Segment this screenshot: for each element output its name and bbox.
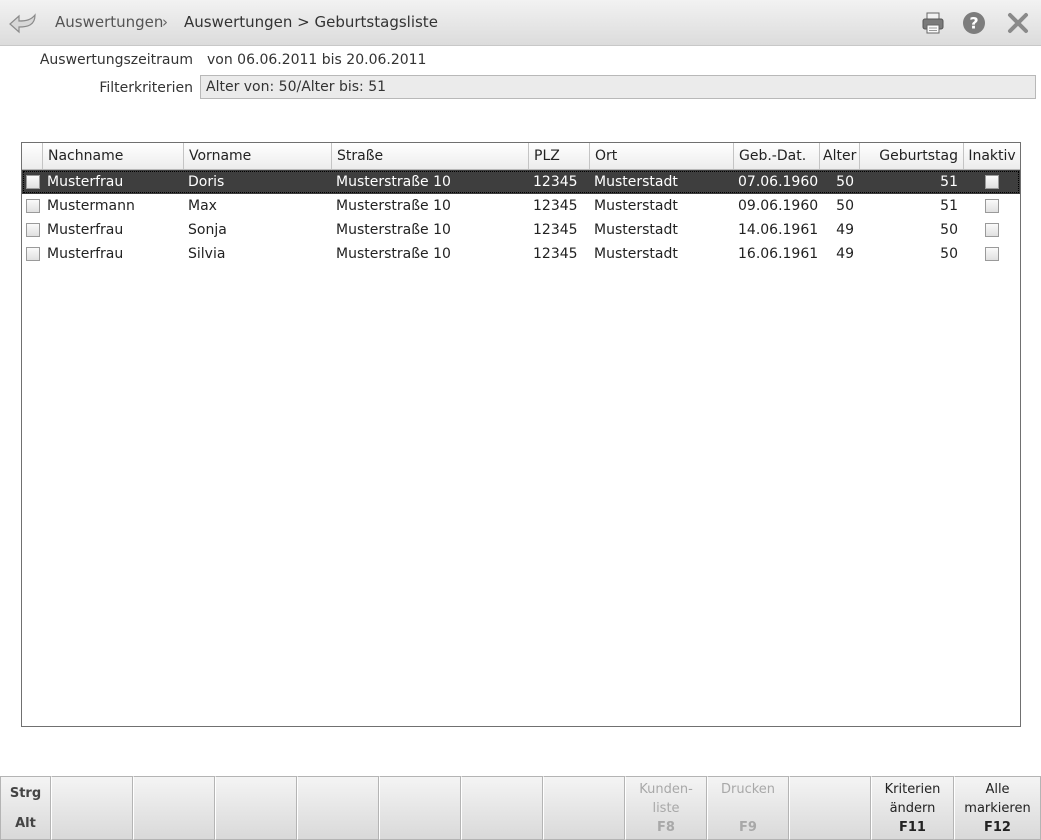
cell-gebdat: 09.06.1960 — [738, 198, 819, 214]
filter-label: Filterkriterien — [99, 80, 193, 96]
cell-plz: 12345 — [533, 198, 578, 214]
inaktiv-checkbox[interactable] — [985, 223, 999, 237]
period-value: von 06.06.2011 bis 20.06.2011 — [207, 52, 427, 68]
printer-icon[interactable] — [921, 11, 945, 35]
cell-alter: 50 — [836, 198, 854, 214]
header-nachname[interactable]: Nachname — [43, 143, 184, 169]
fkey-f2-button[interactable] — [133, 776, 215, 840]
kundenliste-key: F8 — [657, 820, 675, 835]
inaktiv-checkbox[interactable] — [985, 199, 999, 213]
cell-strasse: Musterstraße 10 — [336, 246, 451, 262]
inaktiv-checkbox[interactable] — [985, 247, 999, 261]
alle-markieren-label-2: markieren — [964, 801, 1031, 816]
cell-nachname: Musterfrau — [47, 246, 124, 262]
fkey-f10-button[interactable] — [789, 776, 871, 840]
close-icon[interactable] — [1006, 11, 1030, 35]
drucken-label: Drucken — [720, 782, 776, 797]
header-vorname[interactable]: Vorname — [184, 143, 332, 169]
header-select-column[interactable] — [22, 143, 43, 169]
fkey-f6-button[interactable] — [461, 776, 543, 840]
drucken-key: F9 — [739, 820, 757, 835]
cell-plz: 12345 — [533, 222, 578, 238]
svg-text:?: ? — [969, 14, 978, 33]
fkey-f3-button[interactable] — [215, 776, 297, 840]
kundenliste-label-2: liste — [652, 801, 680, 816]
alle-markieren-key: F12 — [984, 820, 1011, 835]
cell-geburtstag: 51 — [940, 174, 958, 190]
modifier-alt[interactable]: Alt — [1, 816, 50, 831]
cell-ort: Musterstadt — [594, 174, 678, 190]
cell-nachname: Mustermann — [47, 198, 135, 214]
function-key-bar: Strg Alt Kunden- liste F8 Drucken ​ F9 K… — [0, 776, 1041, 840]
title-bar: Auswertungen › Auswertungen > Geburtstag… — [0, 0, 1041, 46]
cell-geburtstag: 50 — [940, 222, 958, 238]
cell-ort: Musterstadt — [594, 198, 678, 214]
header-alter[interactable]: Alter — [820, 143, 860, 169]
kundenliste-label-1: Kunden- — [639, 782, 693, 797]
fkey-f4-button[interactable] — [297, 776, 379, 840]
table-row[interactable]: Mustermann Max Musterstraße 10 12345 Musters… — [22, 194, 1020, 218]
cell-plz: 12345 — [533, 174, 578, 190]
cell-alter: 50 — [836, 174, 854, 190]
cell-geburtstag: 51 — [940, 198, 958, 214]
cell-plz: 12345 — [533, 246, 578, 262]
kriterien-aendern-button[interactable]: Kriterien ändern F11 — [871, 776, 954, 840]
cell-vorname: Doris — [188, 174, 225, 190]
row-select-checkbox[interactable] — [26, 175, 40, 189]
kriterien-label-1: Kriterien — [884, 782, 941, 797]
alle-markieren-label-1: Alle — [985, 782, 1010, 797]
kriterien-label-2: ändern — [889, 801, 936, 816]
cell-gebdat: 16.06.1961 — [738, 246, 819, 262]
breadcrumb-current: Auswertungen > Geburtstagsliste — [184, 13, 438, 31]
help-icon[interactable]: ? — [962, 11, 986, 35]
kriterien-key: F11 — [899, 820, 926, 835]
cell-alter: 49 — [836, 222, 854, 238]
header-strasse[interactable]: Straße — [332, 143, 529, 169]
alle-markieren-button[interactable]: Alle markieren F12 — [954, 776, 1041, 840]
header-ort[interactable]: Ort — [590, 143, 734, 169]
period-label: Auswertungszeitraum — [39, 52, 193, 68]
cell-ort: Musterstadt — [594, 222, 678, 238]
cell-strasse: Musterstraße 10 — [336, 222, 451, 238]
header-inaktiv[interactable]: Inaktiv — [964, 143, 1020, 169]
filter-value-field: Alter von: 50/Alter bis: 51 — [200, 75, 1036, 99]
kundenliste-button[interactable]: Kunden- liste F8 — [625, 776, 707, 840]
cell-nachname: Musterfrau — [47, 222, 124, 238]
cell-vorname: Silvia — [188, 246, 226, 262]
modifier-strg[interactable]: Strg — [1, 786, 50, 801]
header-gebdat[interactable]: Geb.-Dat. — [734, 143, 820, 169]
table-row[interactable]: Musterfrau Doris Musterstraße 10 12345 Muste… — [22, 170, 1020, 194]
cell-geburtstag: 50 — [940, 246, 958, 262]
cell-gebdat: 14.06.1961 — [738, 222, 819, 238]
drucken-button[interactable]: Drucken ​ F9 — [707, 776, 789, 840]
row-select-checkbox[interactable] — [26, 223, 40, 237]
cell-gebdat: 07.06.1960 — [738, 174, 819, 190]
header-plz[interactable]: PLZ — [529, 143, 590, 169]
fkey-f7-button[interactable] — [543, 776, 625, 840]
table-row[interactable]: Musterfrau Sonja Musterstraße 10 12345 Muste… — [22, 218, 1020, 242]
row-select-checkbox[interactable] — [26, 199, 40, 213]
table-row[interactable]: Musterfrau Silvia Musterstraße 10 12345 Must… — [22, 242, 1020, 266]
cell-vorname: Sonja — [188, 222, 227, 238]
row-select-checkbox[interactable] — [26, 247, 40, 261]
modifier-keys: Strg Alt — [0, 776, 51, 840]
inaktiv-checkbox[interactable] — [985, 175, 999, 189]
birthday-table: Nachname Vorname Straße PLZ Ort Geb.-Dat… — [21, 142, 1021, 727]
fkey-f1-button[interactable] — [51, 776, 133, 840]
back-arrow-icon[interactable] — [8, 12, 38, 34]
cell-nachname: Musterfrau — [47, 174, 124, 190]
cell-alter: 49 — [836, 246, 854, 262]
cell-strasse: Musterstraße 10 — [336, 174, 451, 190]
cell-strasse: Musterstraße 10 — [336, 198, 451, 214]
cell-vorname: Max — [188, 198, 217, 214]
breadcrumb-separator: › — [162, 13, 168, 31]
cell-ort: Musterstadt — [594, 246, 678, 262]
table-header: Nachname Vorname Straße PLZ Ort Geb.-Dat… — [22, 143, 1020, 170]
header-geburtstag[interactable]: Geburtstag — [860, 143, 964, 169]
breadcrumb-root[interactable]: Auswertungen — [55, 13, 163, 31]
fkey-f5-button[interactable] — [379, 776, 461, 840]
